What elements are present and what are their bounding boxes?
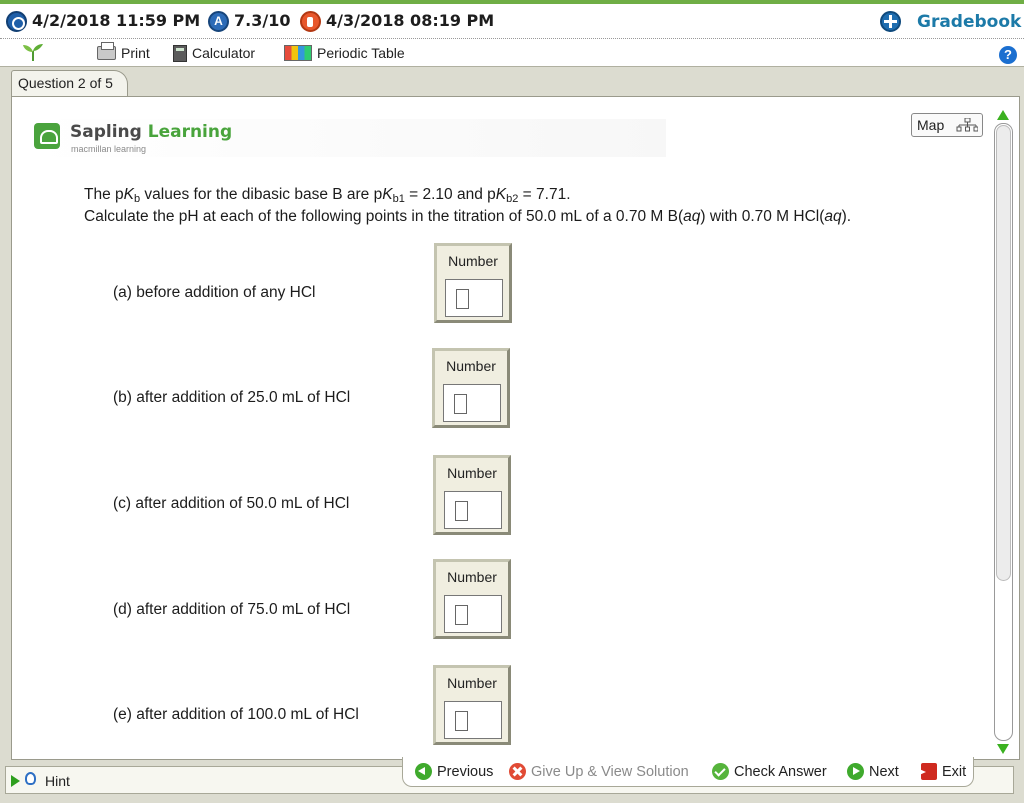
map-button[interactable]: Map	[911, 113, 983, 137]
previous-arrow-icon	[415, 763, 432, 780]
text-run: values for the dibasic base B are p	[140, 186, 383, 203]
text-run: b2	[506, 193, 519, 205]
late-date: 4/3/2018 08:19 PM	[326, 11, 495, 30]
part-d-number-widget: Number	[433, 559, 511, 639]
text-run: Calculate the pH at each of the followin…	[84, 208, 684, 225]
periodic-table-icon	[284, 45, 312, 61]
part-a-label: (a) before addition of any HCl	[113, 284, 316, 301]
scroll-up-arrow-icon[interactable]	[997, 110, 1009, 120]
previous-label: Previous	[437, 763, 494, 780]
exit-button[interactable]: Exit	[917, 763, 967, 780]
part-e-number-widget: Number	[433, 665, 511, 745]
vertical-scrollbar[interactable]	[993, 107, 1015, 757]
next-label: Next	[869, 763, 899, 780]
score-value: 7.3/10	[234, 11, 291, 30]
logo-learning-text: Learning	[147, 122, 233, 142]
late-date-icon	[300, 11, 321, 32]
scroll-thumb[interactable]	[996, 125, 1011, 581]
part-e-label: (e) after addition of 100.0 mL of HCl	[113, 706, 359, 723]
problem-statement: The pKb values for the dibasic base B ar…	[84, 184, 851, 228]
gradebook-icon[interactable]	[880, 11, 901, 32]
question-tab[interactable]: Question 2 of 5	[11, 70, 128, 96]
header-divider	[0, 38, 1024, 39]
part-b-number-widget: Number	[432, 348, 510, 428]
printer-icon	[97, 42, 116, 60]
print-button[interactable]: Print	[97, 42, 150, 63]
scroll-track[interactable]	[994, 123, 1013, 741]
give-up-button[interactable]: Give Up & View Solution	[509, 763, 689, 780]
text-run: = 2.10 and p	[404, 186, 496, 203]
periodic-table-button[interactable]: Periodic Table	[284, 43, 405, 63]
text-run: K	[495, 186, 507, 203]
check-answer-button[interactable]: Check Answer	[712, 763, 827, 780]
header-bar: 4/2/2018 11:59 PM A 7.3/10 4/3/2018 08:1…	[0, 0, 1024, 40]
print-label: Print	[121, 45, 150, 61]
logo-wordmark: Sapling Learning	[70, 122, 232, 142]
calculator-button[interactable]: Calculator	[173, 43, 255, 63]
toolbar: Print Calculator Periodic Table	[0, 40, 1024, 66]
part-d-label: (d) after addition of 75.0 mL of HCl	[113, 601, 351, 618]
number-widget-title: Number	[446, 358, 496, 374]
part-c-label: (c) after addition of 50.0 mL of HCl	[113, 495, 350, 512]
problem-line-2: Calculate the pH at each of the followin…	[84, 206, 851, 228]
clock-icon	[6, 11, 27, 32]
part-d-answer-input[interactable]	[444, 595, 502, 633]
number-widget-title: Number	[448, 253, 498, 269]
sprout-icon	[23, 44, 43, 61]
previous-button[interactable]: Previous	[415, 763, 493, 780]
navigation-tray: Previous Give Up & View Solution Check A…	[402, 757, 974, 787]
expand-arrow-icon	[11, 775, 20, 787]
text-run: K	[123, 186, 134, 203]
exit-label: Exit	[942, 763, 967, 780]
text-run: The p	[84, 186, 124, 203]
part-c-number-widget: Number	[433, 455, 511, 535]
next-arrow-icon	[847, 763, 864, 780]
part-b-answer-input[interactable]	[443, 384, 501, 422]
periodic-table-label: Periodic Table	[317, 45, 405, 61]
calculator-label: Calculator	[192, 45, 256, 61]
problem-line-1: The pKb values for the dibasic base B ar…	[84, 184, 851, 206]
part-e-answer-input[interactable]	[444, 701, 502, 739]
scroll-down-arrow-icon[interactable]	[997, 744, 1009, 754]
help-icon[interactable]: ?	[999, 46, 1017, 64]
hint-label: Hint	[45, 773, 70, 789]
next-button[interactable]: Next	[847, 763, 899, 780]
lightbulb-icon	[25, 772, 36, 785]
check-answer-label: Check Answer	[734, 763, 827, 780]
text-run: aq	[683, 208, 701, 225]
score-icon: A	[208, 11, 229, 32]
logo-tagline: macmillan learning	[71, 144, 147, 154]
part-a-answer-input[interactable]	[445, 279, 503, 317]
text-run: b1	[392, 193, 405, 205]
text-run: ) with 0.70 M HCl(	[700, 208, 825, 225]
logo-sapling-text: Sapling	[70, 122, 142, 142]
give-up-x-icon	[509, 763, 526, 780]
due-date: 4/2/2018 11:59 PM	[32, 11, 201, 30]
sapling-logo: Sapling Learning macmillan learning	[30, 119, 666, 157]
exit-door-icon	[917, 763, 937, 780]
header-accent-line	[0, 0, 1024, 4]
text-run: ).	[841, 208, 852, 225]
text-run: = 7.71.	[518, 186, 571, 203]
give-up-label: Give Up & View Solution	[531, 763, 689, 780]
number-widget-title: Number	[447, 465, 497, 481]
calculator-icon	[173, 44, 187, 62]
part-b-label: (b) after addition of 25.0 mL of HCl	[113, 389, 351, 406]
checkmark-icon	[712, 763, 729, 780]
part-a-number-widget: Number	[434, 243, 512, 323]
number-widget-title: Number	[447, 569, 497, 585]
number-widget-title: Number	[447, 675, 497, 691]
gradebook-link[interactable]: Gradebook	[917, 12, 1021, 32]
text-run: K	[382, 186, 393, 203]
map-label: Map	[917, 117, 945, 133]
part-c-answer-input[interactable]	[444, 491, 502, 529]
sapling-leaf-icon	[34, 123, 60, 149]
map-tree-icon	[956, 118, 978, 132]
text-run: aq	[824, 208, 842, 225]
